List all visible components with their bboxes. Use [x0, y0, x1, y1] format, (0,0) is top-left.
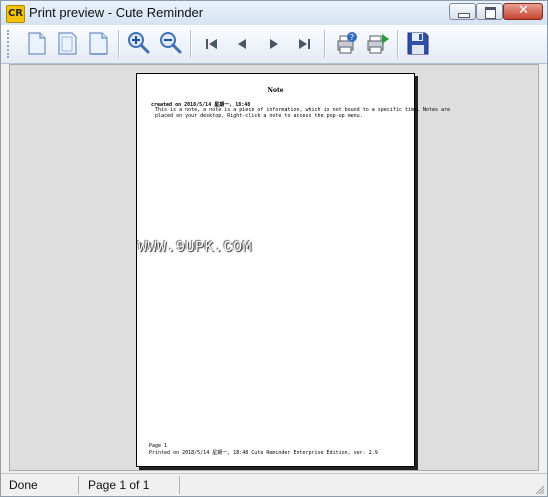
print-setup-button[interactable]: ?	[332, 30, 359, 57]
page-note-title: Note	[267, 87, 284, 94]
first-page-button[interactable]	[198, 30, 225, 57]
status-page-info: Page 1 of 1	[80, 476, 180, 494]
print-icon	[367, 34, 389, 54]
toolbar-separator	[324, 30, 326, 58]
save-button[interactable]	[404, 30, 431, 57]
watermark-text: WWW.9UPK.COM	[138, 239, 253, 256]
multi-page-icon	[89, 32, 108, 55]
zoom-in-button[interactable]	[125, 30, 152, 57]
close-button[interactable]: ✕	[503, 3, 543, 20]
resize-grip-icon[interactable]	[535, 485, 545, 495]
zoom-in-icon	[128, 32, 150, 54]
status-state: Done	[1, 476, 79, 494]
toolbar-grip[interactable]	[7, 30, 13, 58]
maximize-button[interactable]	[476, 3, 503, 20]
minimize-icon	[458, 13, 470, 18]
previous-page-button[interactable]	[229, 30, 256, 57]
minimize-button[interactable]	[449, 3, 476, 20]
maximize-icon	[485, 7, 496, 19]
preview-area[interactable]: Note created on 2018/5/14 星期一, 18:48 Thi…	[9, 64, 539, 471]
two-pages-button[interactable]	[54, 30, 81, 57]
toolbar: ?	[1, 25, 547, 64]
status-bar: Done Page 1 of 1	[1, 473, 547, 496]
toolbar-separator	[397, 30, 399, 58]
window-title: Print preview - Cute Reminder	[29, 5, 204, 20]
title-bar[interactable]: CR Print preview - Cute Reminder ✕	[1, 1, 547, 25]
page-body-line: placed on your desktop. Right-click a no…	[155, 113, 363, 119]
toolbar-separator	[118, 30, 120, 58]
multi-page-button[interactable]	[85, 30, 112, 57]
previous-page-icon	[238, 39, 246, 49]
preview-page: Note created on 2018/5/14 星期一, 18:48 Thi…	[136, 73, 450, 467]
print-button[interactable]	[364, 30, 391, 57]
page-footer-printed: Printed on 2018/5/14 星期一, 18:48 Cute Rem…	[149, 450, 378, 456]
last-page-icon	[299, 39, 310, 49]
first-page-icon	[206, 39, 217, 49]
one-page-button[interactable]	[23, 30, 50, 57]
next-page-icon	[270, 39, 278, 49]
zoom-out-icon	[160, 32, 182, 54]
svg-text:?: ?	[350, 33, 354, 42]
save-icon	[407, 32, 429, 55]
app-icon: CR	[6, 5, 25, 23]
one-page-icon	[28, 32, 46, 55]
last-page-button[interactable]	[291, 30, 318, 57]
two-pages-icon	[58, 32, 77, 55]
close-icon: ✕	[518, 3, 529, 18]
zoom-out-button[interactable]	[157, 30, 184, 57]
print-preview-window: CR Print preview - Cute Reminder ✕ ? Not…	[0, 0, 548, 497]
preview-background: Note created on 2018/5/14 星期一, 18:48 Thi…	[10, 65, 538, 470]
toolbar-separator	[190, 30, 192, 58]
print-setup-icon: ?	[337, 32, 357, 54]
next-page-button[interactable]	[260, 30, 287, 57]
